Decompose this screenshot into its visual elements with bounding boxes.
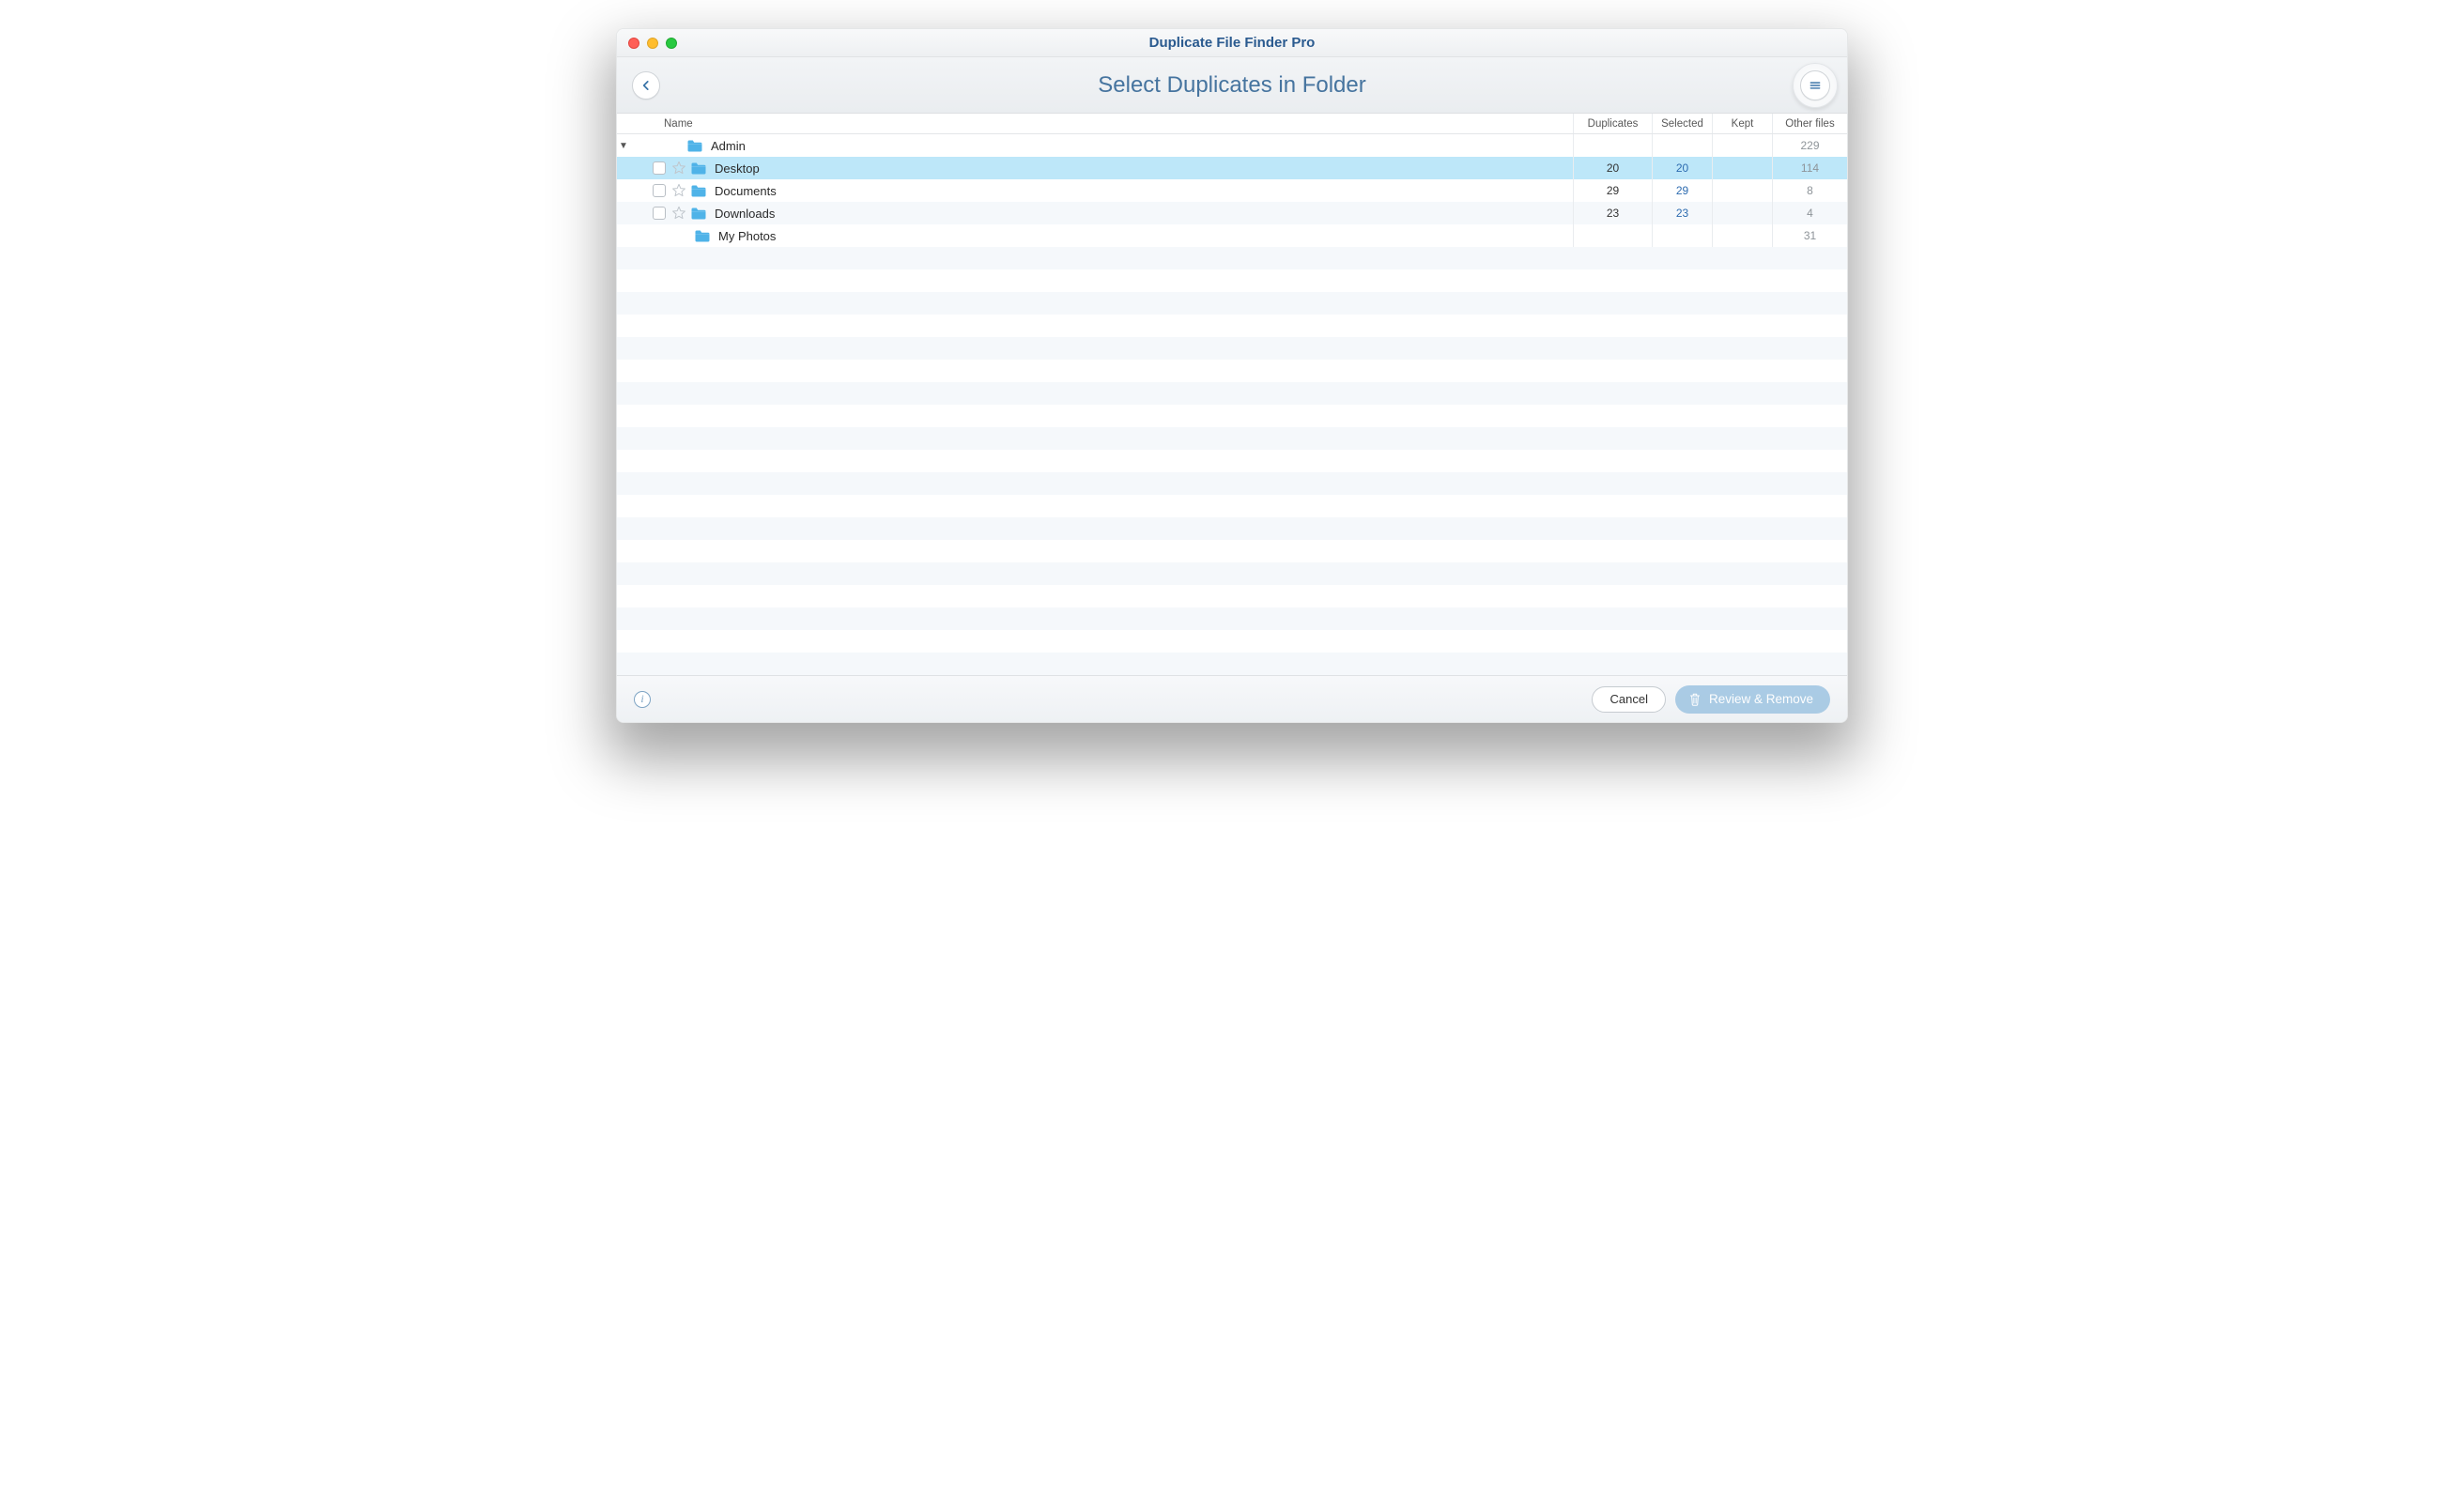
cell-other: 229 (1772, 134, 1847, 157)
empty-row (617, 292, 1847, 315)
col-duplicates[interactable]: Duplicates (1573, 114, 1652, 133)
folder-tree: ▼Admin229Desktop2020114Documents29298Dow… (617, 134, 1847, 675)
cell-duplicates: 23 (1573, 202, 1652, 224)
cell-duplicates: 29 (1573, 179, 1652, 202)
empty-row (617, 427, 1847, 450)
star-icon[interactable] (671, 161, 686, 176)
close-window-button[interactable] (628, 38, 639, 49)
column-headers: Name Duplicates Selected Kept Other file… (617, 114, 1847, 134)
row-name-cell: My Photos (617, 224, 1573, 247)
titlebar: Duplicate File Finder Pro (617, 29, 1847, 57)
info-button[interactable]: i (634, 691, 651, 708)
chevron-left-icon (639, 79, 653, 92)
cell-kept (1712, 224, 1772, 247)
empty-row (617, 382, 1847, 405)
empty-row (617, 517, 1847, 540)
cell-selected: 29 (1652, 179, 1712, 202)
row-name-cell: Downloads (617, 202, 1573, 224)
info-icon: i (640, 692, 643, 706)
empty-row (617, 653, 1847, 675)
folder-name: Downloads (715, 207, 775, 221)
cell-other: 8 (1772, 179, 1847, 202)
empty-row (617, 607, 1847, 630)
hamburger-icon (1809, 79, 1822, 92)
empty-row (617, 540, 1847, 562)
cell-selected (1652, 224, 1712, 247)
review-remove-button[interactable]: Review & Remove (1675, 685, 1830, 714)
review-remove-label: Review & Remove (1709, 692, 1813, 706)
empty-row (617, 360, 1847, 382)
app-window: Duplicate File Finder Pro Select Duplica… (616, 28, 1848, 723)
toolbar: Select Duplicates in Folder (617, 57, 1847, 114)
folder-row[interactable]: My Photos 31 (617, 224, 1847, 247)
cell-other: 4 (1772, 202, 1847, 224)
folder-name: Admin (711, 139, 746, 153)
col-kept[interactable]: Kept (1712, 114, 1772, 133)
empty-row (617, 337, 1847, 360)
empty-row (617, 585, 1847, 607)
empty-row (617, 495, 1847, 517)
cell-other: 31 (1772, 224, 1847, 247)
cancel-label: Cancel (1609, 692, 1647, 706)
empty-row (617, 247, 1847, 269)
row-checkbox[interactable] (653, 184, 666, 197)
window-controls (628, 38, 677, 49)
row-name-cell: Documents (617, 179, 1573, 202)
folder-name: My Photos (718, 229, 776, 243)
cell-kept (1712, 202, 1772, 224)
footer-bar: i Cancel Review & Remove (617, 675, 1847, 722)
window-title: Duplicate File Finder Pro (1149, 35, 1316, 51)
col-other[interactable]: Other files (1772, 114, 1847, 133)
empty-row (617, 630, 1847, 653)
empty-row (617, 269, 1847, 292)
page-title: Select Duplicates in Folder (1098, 72, 1365, 99)
folder-row[interactable]: Desktop 2020 114 (617, 157, 1847, 179)
cell-selected: 20 (1652, 157, 1712, 179)
empty-row (617, 315, 1847, 337)
back-button[interactable] (632, 71, 660, 100)
empty-row (617, 562, 1847, 585)
trash-icon (1688, 692, 1702, 707)
cell-kept (1712, 179, 1772, 202)
row-checkbox[interactable] (653, 161, 666, 175)
folder-icon (690, 184, 707, 198)
row-name-cell: ▼ Admin (617, 134, 1573, 157)
row-checkbox[interactable] (653, 207, 666, 220)
empty-row (617, 405, 1847, 427)
folder-row[interactable]: ▼ Admin 229 (617, 134, 1847, 157)
minimize-window-button[interactable] (647, 38, 658, 49)
cell-duplicates (1573, 134, 1652, 157)
disclosure-triangle[interactable]: ▼ (617, 141, 630, 151)
folder-row[interactable]: Documents 2929 8 (617, 179, 1847, 202)
empty-row (617, 450, 1847, 472)
star-icon[interactable] (671, 206, 686, 221)
col-selected[interactable]: Selected (1652, 114, 1712, 133)
cell-duplicates: 20 (1573, 157, 1652, 179)
folder-icon (686, 139, 703, 153)
cell-kept (1712, 134, 1772, 157)
menu-button-halo (1793, 63, 1838, 108)
cancel-button[interactable]: Cancel (1592, 686, 1665, 713)
folder-row[interactable]: Downloads 2323 4 (617, 202, 1847, 224)
row-name-cell: Desktop (617, 157, 1573, 179)
zoom-window-button[interactable] (666, 38, 677, 49)
folder-icon (690, 207, 707, 221)
menu-button[interactable] (1800, 70, 1830, 100)
cell-other: 114 (1772, 157, 1847, 179)
cell-selected: 23 (1652, 202, 1712, 224)
folder-icon (694, 229, 711, 243)
folder-name: Documents (715, 184, 777, 198)
empty-row (617, 472, 1847, 495)
col-name[interactable]: Name (617, 118, 1573, 130)
cell-selected (1652, 134, 1712, 157)
cell-kept (1712, 157, 1772, 179)
star-icon[interactable] (671, 183, 686, 198)
folder-icon (690, 161, 707, 176)
folder-name: Desktop (715, 161, 760, 176)
cell-duplicates (1573, 224, 1652, 247)
